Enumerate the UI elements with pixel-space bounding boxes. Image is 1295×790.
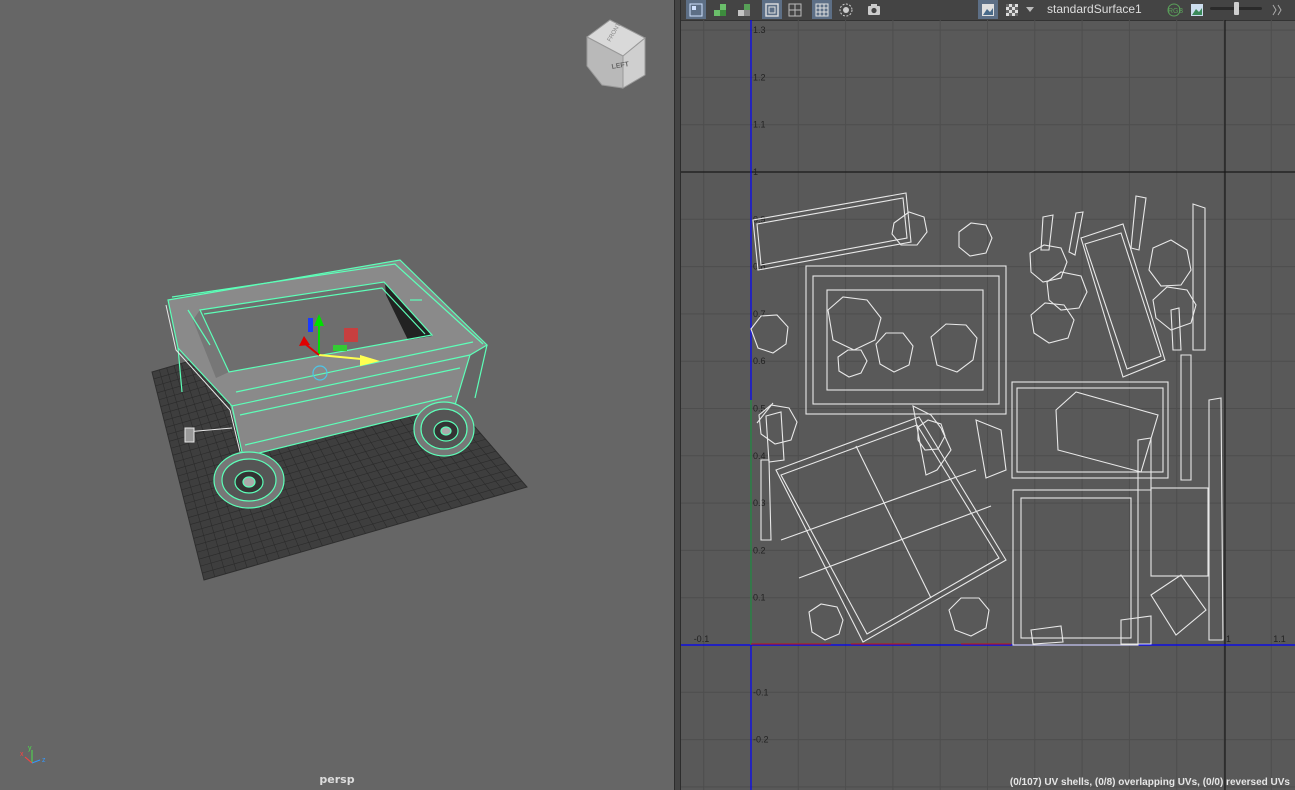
texture-border-icon bbox=[788, 3, 802, 16]
v-axis-label: 0.3 bbox=[753, 498, 766, 508]
shader-name: standardSurface1 bbox=[1047, 2, 1142, 16]
target-icon bbox=[839, 3, 853, 16]
dropdown-arrow-icon bbox=[1026, 6, 1034, 12]
v-axis-label: -0.2 bbox=[753, 735, 769, 745]
svg-text:z: z bbox=[42, 757, 46, 764]
perspective-viewport[interactable]: LEFT FRONT y z x persp bbox=[0, 0, 675, 790]
v-axis-label: 0.6 bbox=[753, 356, 766, 366]
uv-canvas[interactable]: 1.31.21.110.90.80.70.60.50.40.30.20.1-0.… bbox=[681, 20, 1295, 790]
uv-status-bar: (0/107) UV shells, (0/8) overlapping UVs… bbox=[1009, 777, 1290, 788]
overflow-arrows-icon bbox=[1272, 4, 1282, 15]
v-axis-label: 0.4 bbox=[753, 451, 766, 461]
camera-label: persp bbox=[319, 773, 355, 786]
uv-grid-icon bbox=[689, 3, 703, 16]
image-range-button[interactable] bbox=[1187, 0, 1207, 19]
grid-button[interactable] bbox=[812, 0, 832, 19]
u-axis-label: -0.1 bbox=[694, 634, 710, 644]
camera-icon bbox=[868, 3, 880, 15]
texture-borders-button[interactable] bbox=[785, 0, 805, 19]
shaded-uv-button[interactable] bbox=[710, 0, 730, 19]
uv-borders-button[interactable] bbox=[762, 0, 782, 19]
grid-icon bbox=[815, 3, 829, 16]
v-axis-label: 0.1 bbox=[753, 593, 766, 603]
u-axis-label: 1.1 bbox=[1273, 634, 1286, 644]
v-axis-label: 1.2 bbox=[753, 72, 766, 82]
u-axis-label: 1 bbox=[1226, 634, 1231, 644]
more-options-button[interactable] bbox=[1269, 0, 1285, 19]
display-image-button[interactable] bbox=[978, 0, 998, 19]
uv-editor-panel[interactable]: standardSurface1 RGB 1.3 1.2 1.1 1 0.9 0.8 0.7… bbox=[681, 0, 1295, 790]
uv-border-icon bbox=[765, 2, 779, 17]
v-axis-label: 0.5 bbox=[753, 404, 766, 414]
v-axis-label: 1 bbox=[753, 167, 758, 177]
wheel-front bbox=[213, 451, 285, 509]
svg-text:RGB: RGB bbox=[1168, 8, 1183, 15]
exposure-slider-knob[interactable] bbox=[1234, 2, 1239, 15]
rgb-icon: RGB bbox=[1167, 3, 1183, 16]
shader-name-field[interactable]: standardSurface1 bbox=[1047, 0, 1165, 19]
v-axis-label: 1.3 bbox=[753, 25, 766, 35]
isolate-uv-button[interactable] bbox=[686, 0, 706, 19]
v-axis-label: -0.1 bbox=[753, 687, 769, 697]
checker-button[interactable] bbox=[1002, 0, 1022, 19]
shaded-uv-icon bbox=[714, 3, 726, 16]
pixel-snap-button[interactable] bbox=[836, 0, 856, 19]
view-cube[interactable]: LEFT FRONT bbox=[586, 19, 646, 89]
image-icon bbox=[1191, 3, 1203, 16]
snapshot-button[interactable] bbox=[864, 0, 884, 19]
svg-text:y: y bbox=[28, 745, 32, 752]
axis-gizmo: y z x bbox=[20, 745, 46, 764]
viewport-canvas[interactable]: LEFT FRONT y z x bbox=[0, 0, 674, 790]
uv-editor-toolbar: standardSurface1 RGB bbox=[681, 0, 1295, 21]
texture-dropdown[interactable] bbox=[1023, 0, 1037, 19]
image-icon bbox=[982, 3, 994, 16]
distortion-icon bbox=[738, 3, 750, 16]
distortion-button[interactable] bbox=[734, 0, 754, 19]
rgb-channels-button[interactable]: RGB bbox=[1164, 0, 1184, 19]
wheel-back bbox=[413, 401, 475, 457]
v-axis-label: 1.1 bbox=[753, 120, 766, 130]
svg-text:x: x bbox=[20, 751, 24, 758]
v-axis-label: 0.2 bbox=[753, 545, 766, 555]
panel-splitter[interactable] bbox=[674, 0, 681, 790]
checker-icon bbox=[1006, 3, 1018, 16]
